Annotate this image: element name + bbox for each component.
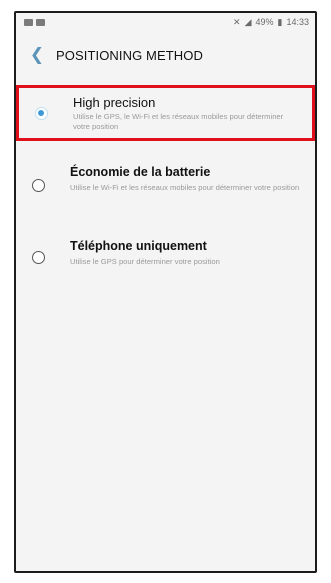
option-description: Utilise le GPS pour déterminer votre pos…: [70, 257, 220, 266]
option-high-precision[interactable]: High precision Utilise le GPS, le Wi-Fi …: [16, 85, 315, 141]
radio-button[interactable]: [32, 251, 45, 264]
option-title: Économie de la batterie: [70, 165, 211, 179]
battery-icon: ▮: [277, 16, 283, 27]
mute-icon: ✕: [233, 16, 241, 27]
option-battery-saving[interactable]: Économie de la batterie Utilise le Wi-Fi…: [16, 161, 315, 217]
gallery-notification-icon: [24, 18, 33, 26]
message-notification-icon: [36, 18, 45, 26]
option-title: Téléphone uniquement: [70, 239, 207, 253]
page-title: POSITIONING METHOD: [56, 47, 203, 63]
signal-icon: ◢: [244, 16, 252, 27]
status-bar: ✕ ◢ 49% ▮ 14:33: [16, 13, 315, 31]
app-header: ❮ POSITIONING METHOD: [16, 35, 315, 75]
option-description: Utilise le GPS, le Wi-Fi et les réseaux …: [73, 112, 284, 131]
option-title: High precision: [73, 95, 156, 110]
radio-button-selected[interactable]: [35, 107, 48, 120]
option-description: Utilise le Wi-Fi et les réseaux mobiles …: [70, 183, 300, 192]
back-button[interactable]: ❮: [26, 44, 48, 66]
system-status: ✕ ◢ 49% ▮ 14:33: [233, 17, 309, 28]
notification-icons: [24, 18, 45, 26]
option-device-only[interactable]: Téléphone uniquement Utilise le GPS pour…: [16, 235, 315, 281]
battery-percent: 49%: [255, 17, 274, 27]
radio-button[interactable]: [32, 179, 45, 192]
clock: 14:33: [286, 17, 309, 27]
phone-frame: ✕ ◢ 49% ▮ 14:33 ❮ POSITIONING METHOD Hig…: [14, 11, 317, 573]
chevron-left-icon: ❮: [29, 45, 45, 64]
